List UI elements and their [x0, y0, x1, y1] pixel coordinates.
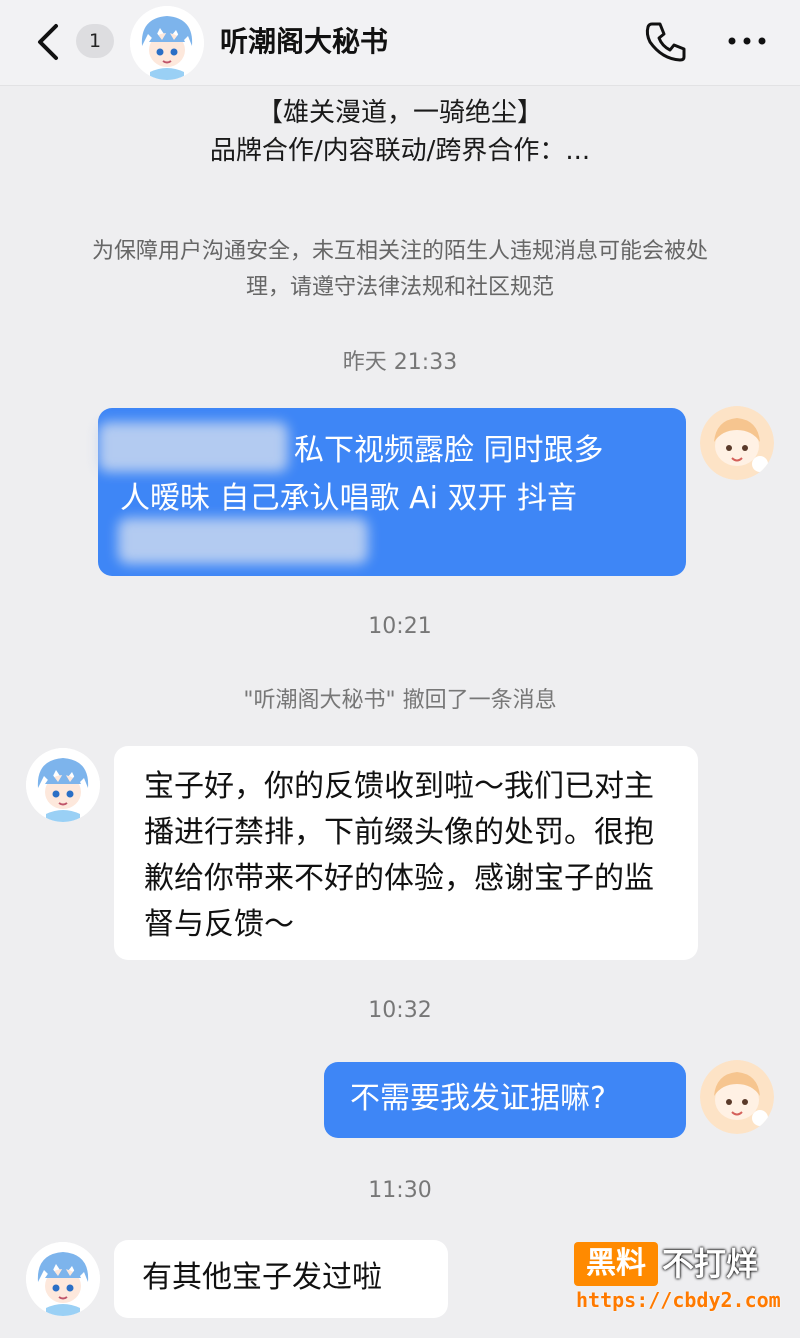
redaction-scribble — [98, 422, 288, 472]
message-text-line: 人暧昧 自己承认唱歌 Ai 双开 抖音 — [120, 481, 578, 516]
contact-avatar[interactable] — [130, 6, 204, 80]
self-avatar[interactable] — [700, 406, 774, 480]
outgoing-message[interactable]: 私下视频露脸 同时跟多 人暧昧 自己承认唱歌 Ai 双开 抖音 — [98, 408, 686, 576]
incoming-message[interactable]: 有其他宝子发过啦 — [114, 1240, 448, 1318]
unread-count-badge: 1 — [76, 24, 114, 58]
contact-avatar[interactable] — [26, 748, 100, 822]
watermark-box: 黑料 — [574, 1242, 658, 1286]
phone-icon[interactable] — [640, 18, 690, 64]
back-chevron-icon[interactable] — [30, 20, 70, 64]
watermark-url: https://cbdy2.com — [576, 1288, 781, 1312]
message-text-line: 私下视频露脸 同时跟多 — [294, 433, 604, 468]
message-text: 有其他宝子发过啦 — [142, 1260, 382, 1295]
chat-header: 1 听潮阁大秘书 — [0, 0, 800, 86]
profile-bio-line-2: 品牌合作/内容联动/跨界合作：... — [209, 136, 591, 166]
outgoing-message[interactable]: 不需要我发证据嘛? — [324, 1062, 686, 1138]
watermark-text: 不打烊 — [662, 1245, 759, 1283]
chat-title: 听潮阁大秘书 — [220, 25, 389, 58]
timestamp: 10:21 — [368, 614, 432, 639]
message-text: 不需要我发证据嘛? — [350, 1081, 606, 1116]
recall-notice: "听潮阁大秘书" 撤回了一条消息 — [243, 688, 557, 713]
redaction-scribble — [118, 518, 368, 564]
contact-avatar[interactable] — [26, 1242, 100, 1316]
more-icon[interactable] — [722, 18, 772, 64]
profile-bio-line-1: 【雄关漫道，一骑绝尘】 — [256, 98, 543, 128]
incoming-message[interactable]: 宝子好，你的反馈收到啦～我们已对主播进行禁排，下前缀头像的处罚。很抱歉给你带来不… — [114, 746, 698, 960]
message-text: 宝子好，你的反馈收到啦～我们已对主播进行禁排，下前缀头像的处罚。很抱歉给你带来不… — [144, 769, 654, 942]
watermark-logo: 黑料 不打烊 https://cbdy2.com — [574, 1238, 784, 1322]
safety-notice: 为保障用户沟通安全，未互相关注的陌生人违规消息可能会被处理，请遵守法律法规和社区… — [91, 239, 708, 300]
timestamp: 昨天 21:33 — [342, 350, 458, 375]
timestamp: 10:32 — [368, 998, 432, 1023]
self-avatar[interactable] — [700, 1060, 774, 1134]
timestamp: 11:30 — [368, 1178, 432, 1203]
